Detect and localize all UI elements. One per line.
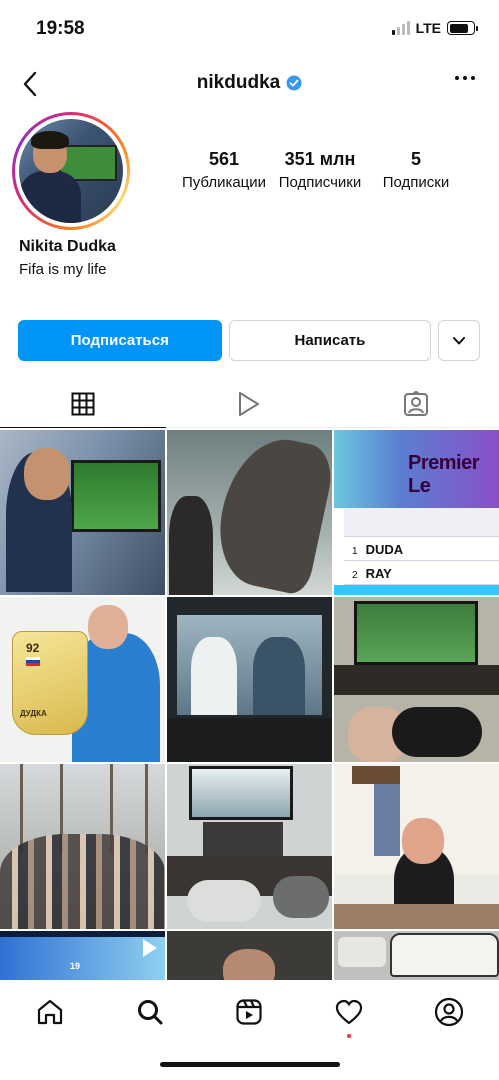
stat-followers-value: 351 млн — [284, 149, 356, 169]
status-time: 19:58 — [36, 18, 85, 39]
russia-flag-icon — [26, 657, 40, 666]
username-wrap: nikdudka — [0, 72, 499, 94]
chevron-down-icon — [453, 336, 466, 344]
fifa-card-name: ДУДКА — [20, 709, 47, 718]
nav-reels[interactable] — [200, 980, 300, 1044]
tab-reels[interactable] — [166, 380, 332, 427]
standing-row: 1 DUDA — [352, 542, 404, 557]
post-thumbnail[interactable]: Premier Le 1 DUDA 2 RAY — [334, 430, 499, 595]
header-username: nikdudka — [196, 72, 281, 93]
post-thumbnail[interactable] — [167, 597, 332, 762]
avatar[interactable] — [19, 119, 123, 223]
follow-button[interactable]: Подписаться — [18, 320, 222, 361]
suggested-dropdown-button[interactable] — [438, 320, 480, 361]
posts-grid: Premier Le 1 DUDA 2 RAY 92 ДУДКА 19 — [0, 430, 499, 980]
tab-posts-grid[interactable] — [0, 380, 167, 428]
message-button[interactable]: Написать — [228, 320, 432, 361]
status-indicators: LTE — [391, 20, 478, 36]
post-thumbnail[interactable] — [167, 430, 332, 595]
tab-tagged[interactable] — [333, 380, 499, 427]
fifa-card-rating: 92 — [26, 641, 40, 655]
signal-icon — [391, 21, 410, 35]
stat-posts-label: Публикации — [181, 174, 267, 191]
standing-row: 2 RAY — [352, 566, 392, 581]
verified-badge-icon — [286, 75, 302, 91]
video-play-icon — [143, 939, 157, 957]
profile-tabs — [0, 380, 499, 428]
bottom-navigation — [0, 980, 499, 1044]
reels-icon — [236, 999, 263, 1025]
player-number: 19 — [70, 961, 81, 971]
post-thumbnail[interactable] — [334, 597, 499, 762]
profile-actions: Подписаться Написать — [18, 320, 480, 362]
stat-followers-label: Подписчики — [278, 174, 362, 191]
stat-following-value: 5 — [410, 149, 421, 169]
post-thumbnail[interactable] — [334, 764, 499, 929]
profile-icon — [434, 997, 464, 1027]
home-icon — [37, 999, 62, 1025]
grid-icon — [71, 392, 95, 415]
profile-bio: Fifa is my life — [19, 261, 107, 278]
stat-posts-value: 561 — [208, 149, 240, 169]
post-thumbnail[interactable] — [0, 764, 165, 929]
status-bar: 19:58 LTE — [0, 0, 499, 60]
profile-name: Nikita Dudka — [19, 238, 116, 255]
stat-followers[interactable]: 351 млн Подписчики — [272, 148, 368, 191]
post-thumbnail[interactable] — [167, 764, 332, 929]
profile-header: nikdudka — [0, 62, 499, 106]
profile-stats: 561 Публикации 351 млн Подписчики 5 Подп… — [176, 148, 464, 191]
reels-play-icon — [239, 391, 260, 416]
post-thumbnail[interactable] — [0, 430, 165, 595]
nav-profile[interactable] — [399, 980, 499, 1044]
nav-home[interactable] — [0, 980, 100, 1044]
stat-following[interactable]: 5 Подписки — [368, 148, 464, 191]
premier-league-text: Premier Le — [408, 452, 480, 497]
search-icon — [137, 1000, 163, 1025]
stat-posts[interactable]: 561 Публикации — [176, 148, 272, 191]
nav-activity[interactable] — [299, 980, 399, 1044]
notification-dot — [347, 1034, 352, 1038]
post-thumbnail[interactable]: 92 ДУДКА — [0, 597, 165, 762]
battery-icon — [447, 21, 478, 35]
tagged-person-icon — [403, 390, 428, 416]
post-thumbnail[interactable] — [334, 931, 499, 980]
fifa-card — [12, 631, 88, 735]
story-ring[interactable] — [12, 112, 130, 230]
post-thumbnail[interactable] — [167, 931, 332, 980]
network-type: LTE — [415, 20, 441, 36]
activity-heart-icon — [336, 999, 363, 1025]
more-options-icon[interactable] — [455, 76, 475, 80]
home-indicator[interactable] — [160, 1062, 340, 1067]
post-thumbnail[interactable]: 19 — [0, 931, 165, 980]
stat-following-label: Подписки — [382, 174, 450, 191]
nav-search[interactable] — [100, 980, 200, 1044]
